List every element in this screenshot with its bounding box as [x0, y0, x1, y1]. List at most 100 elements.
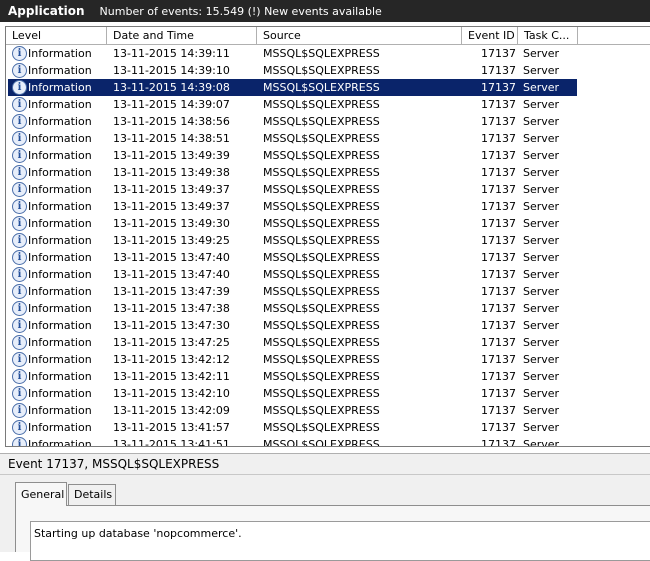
event-list[interactable]: Level Date and Time Source Event ID Task… [5, 26, 650, 447]
cell-date-time: 13-11-2015 13:41:57 [113, 421, 230, 434]
cell-task-category: Server [523, 132, 560, 145]
cell-level: Information [28, 132, 92, 145]
cell-event-id: 17137 [481, 438, 516, 447]
cell-source: MSSQL$SQLEXPRESS [263, 234, 380, 247]
cell-level: Information [28, 302, 92, 315]
cell-date-time: 13-11-2015 14:39:08 [113, 81, 230, 94]
column-header-date[interactable]: Date and Time [107, 27, 257, 44]
cell-source: MSSQL$SQLEXPRESS [263, 166, 380, 179]
cell-date-time: 13-11-2015 14:39:07 [113, 98, 230, 111]
table-row[interactable]: i Information 13-11-2015 13:47:40 MSSQL$SQL… [6, 266, 650, 283]
table-row[interactable]: i Information 13-11-2015 13:41:57 MSSQL$SQL… [6, 419, 650, 436]
cell-task-category: Server [523, 387, 560, 400]
table-row[interactable]: i Information 13-11-2015 14:39:08 MSSQL$SQL… [6, 79, 650, 96]
information-icon: i [12, 267, 27, 282]
cell-task-category: Server [523, 302, 560, 315]
cell-level: Information [28, 336, 92, 349]
log-title: Application [8, 4, 85, 18]
cell-event-id: 17137 [481, 47, 516, 60]
table-row[interactable]: i Information 13-11-2015 14:39:11 MSSQL$SQL… [6, 45, 650, 62]
table-row[interactable]: i Information 13-11-2015 13:49:39 MSSQL$SQL… [6, 147, 650, 164]
cell-task-category: Server [523, 217, 560, 230]
event-message[interactable]: Starting up database 'nopcommerce'. [30, 521, 650, 561]
table-row[interactable]: i Information 13-11-2015 13:47:39 MSSQL$SQL… [6, 283, 650, 300]
cell-source: MSSQL$SQLEXPRESS [263, 268, 380, 281]
information-icon: i [12, 182, 27, 197]
information-icon: i [12, 301, 27, 316]
cell-task-category: Server [523, 98, 560, 111]
table-row[interactable]: i Information 13-11-2015 13:49:30 MSSQL$SQL… [6, 215, 650, 232]
tab-details[interactable]: Details [68, 484, 116, 505]
table-row[interactable]: i Information 13-11-2015 14:39:07 MSSQL$SQL… [6, 96, 650, 113]
table-row[interactable]: i Information 13-11-2015 13:47:25 MSSQL$SQL… [6, 334, 650, 351]
cell-event-id: 17137 [481, 336, 516, 349]
cell-source: MSSQL$SQLEXPRESS [263, 336, 380, 349]
cell-event-id: 17137 [481, 132, 516, 145]
information-icon: i [12, 318, 27, 333]
cell-level: Information [28, 251, 92, 264]
cell-source: MSSQL$SQLEXPRESS [263, 183, 380, 196]
cell-date-time: 13-11-2015 13:47:38 [113, 302, 230, 315]
cell-date-time: 13-11-2015 14:39:10 [113, 64, 230, 77]
column-header-level[interactable]: Level [6, 27, 107, 44]
table-row[interactable]: i Information 13-11-2015 13:47:30 MSSQL$SQL… [6, 317, 650, 334]
cell-level: Information [28, 115, 92, 128]
cell-source: MSSQL$SQLEXPRESS [263, 370, 380, 383]
cell-task-category: Server [523, 353, 560, 366]
column-header-event-id[interactable]: Event ID [462, 27, 518, 44]
table-row[interactable]: i Information 13-11-2015 13:47:40 MSSQL$SQL… [6, 249, 650, 266]
cell-date-time: 13-11-2015 13:41:51 [113, 438, 230, 447]
cell-date-time: 13-11-2015 13:42:12 [113, 353, 230, 366]
cell-source: MSSQL$SQLEXPRESS [263, 404, 380, 417]
table-row[interactable]: i Information 13-11-2015 14:38:51 MSSQL$SQL… [6, 130, 650, 147]
table-row[interactable]: i Information 13-11-2015 13:42:09 MSSQL$SQL… [6, 402, 650, 419]
column-header-source[interactable]: Source [257, 27, 462, 44]
column-header-task-category[interactable]: Task C... [518, 27, 578, 44]
cell-source: MSSQL$SQLEXPRESS [263, 353, 380, 366]
cell-level: Information [28, 64, 92, 77]
table-row[interactable]: i Information 13-11-2015 13:42:10 MSSQL$SQL… [6, 385, 650, 402]
table-row[interactable]: i Information 13-11-2015 13:49:38 MSSQL$SQL… [6, 164, 650, 181]
cell-task-category: Server [523, 438, 560, 447]
cell-task-category: Server [523, 64, 560, 77]
cell-date-time: 13-11-2015 13:47:25 [113, 336, 230, 349]
cell-task-category: Server [523, 81, 560, 94]
information-icon: i [12, 165, 27, 180]
cell-event-id: 17137 [481, 81, 516, 94]
cell-task-category: Server [523, 404, 560, 417]
table-row[interactable]: i Information 13-11-2015 13:42:11 MSSQL$SQL… [6, 368, 650, 385]
cell-task-category: Server [523, 285, 560, 298]
information-icon: i [12, 420, 27, 435]
table-row[interactable]: i Information 13-11-2015 13:49:37 MSSQL$SQL… [6, 181, 650, 198]
table-row[interactable]: i Information 13-11-2015 13:41:51 MSSQL$SQL… [6, 436, 650, 447]
information-icon: i [12, 199, 27, 214]
cell-event-id: 17137 [481, 64, 516, 77]
cell-task-category: Server [523, 183, 560, 196]
information-icon: i [12, 46, 27, 61]
information-icon: i [12, 131, 27, 146]
tab-general[interactable]: General [15, 482, 67, 506]
cell-task-category: Server [523, 200, 560, 213]
table-row[interactable]: i Information 13-11-2015 14:39:10 MSSQL$SQL… [6, 62, 650, 79]
cell-level: Information [28, 47, 92, 60]
cell-date-time: 13-11-2015 14:38:51 [113, 132, 230, 145]
cell-source: MSSQL$SQLEXPRESS [263, 251, 380, 264]
cell-source: MSSQL$SQLEXPRESS [263, 47, 380, 60]
table-row[interactable]: i Information 13-11-2015 13:49:37 MSSQL$SQL… [6, 198, 650, 215]
cell-event-id: 17137 [481, 370, 516, 383]
cell-source: MSSQL$SQLEXPRESS [263, 149, 380, 162]
cell-level: Information [28, 217, 92, 230]
cell-source: MSSQL$SQLEXPRESS [263, 98, 380, 111]
cell-level: Information [28, 421, 92, 434]
cell-source: MSSQL$SQLEXPRESS [263, 200, 380, 213]
cell-date-time: 13-11-2015 13:42:11 [113, 370, 230, 383]
table-row[interactable]: i Information 13-11-2015 13:49:25 MSSQL$SQL… [6, 232, 650, 249]
table-row[interactable]: i Information 13-11-2015 13:42:12 MSSQL$SQL… [6, 351, 650, 368]
table-row[interactable]: i Information 13-11-2015 14:38:56 MSSQL$SQL… [6, 113, 650, 130]
cell-date-time: 13-11-2015 13:47:40 [113, 251, 230, 264]
cell-task-category: Server [523, 115, 560, 128]
cell-date-time: 13-11-2015 13:49:38 [113, 166, 230, 179]
cell-level: Information [28, 438, 92, 447]
table-row[interactable]: i Information 13-11-2015 13:47:38 MSSQL$SQL… [6, 300, 650, 317]
cell-source: MSSQL$SQLEXPRESS [263, 319, 380, 332]
